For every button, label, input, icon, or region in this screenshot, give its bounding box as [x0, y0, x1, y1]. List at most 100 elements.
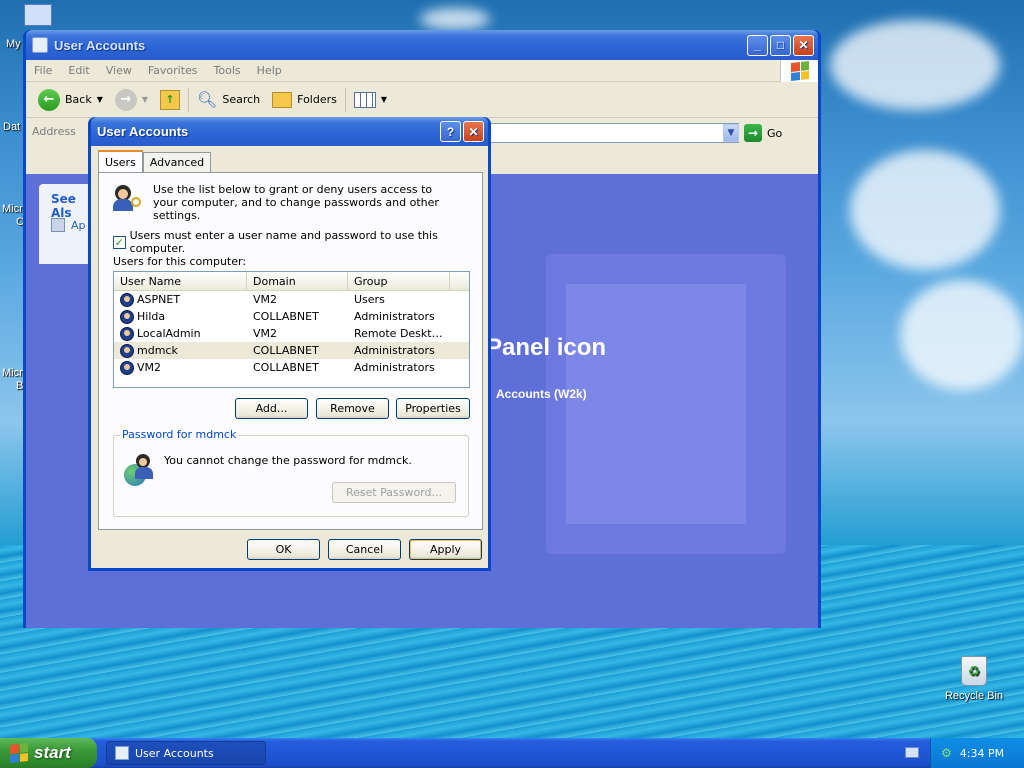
- search-button[interactable]: 🔍︎ Search: [193, 88, 264, 111]
- menu-edit[interactable]: Edit: [60, 64, 97, 77]
- dialog-close-button[interactable]: ✕: [463, 121, 484, 142]
- desktop-label-my-computer: My: [6, 38, 21, 50]
- table-row-selected[interactable]: mdmck COLLABNET Administrators: [114, 342, 469, 359]
- tab-users[interactable]: Users: [98, 150, 143, 172]
- table-row[interactable]: ASPNET VM2 Users: [114, 291, 469, 308]
- search-icon: 🔍︎: [197, 90, 218, 109]
- tab-strip: Users Advanced: [98, 150, 212, 172]
- user-accounts-icon: [115, 746, 129, 760]
- panel-heading: Panel icon: [486, 334, 607, 361]
- table-row[interactable]: LocalAdmin VM2 Remote Deskto...: [114, 325, 469, 342]
- taskbar-item-label: User Accounts: [135, 746, 214, 760]
- user-accounts-dialog[interactable]: User Accounts ? ✕ Users Advanced Use the…: [88, 117, 491, 571]
- intro-text: Use the list below to grant or deny user…: [153, 183, 439, 222]
- menu-help[interactable]: Help: [249, 64, 290, 77]
- globe-user-icon: [124, 454, 156, 486]
- monitor-icon: [24, 4, 52, 26]
- users-list[interactable]: User Name Domain Group ASPNET VM2 Users …: [113, 271, 470, 388]
- column-user-name[interactable]: User Name: [114, 272, 247, 290]
- table-row[interactable]: VM2 COLLABNET Administrators: [114, 359, 469, 376]
- menu-tools[interactable]: Tools: [206, 64, 249, 77]
- address-input[interactable]: [471, 123, 739, 143]
- user-domain: COLLABNET: [253, 310, 319, 323]
- back-arrow-icon: ←: [38, 88, 60, 111]
- user-group: Administrators: [354, 310, 435, 323]
- dialog-titlebar[interactable]: User Accounts ? ✕: [91, 117, 488, 146]
- maximize-icon: □: [776, 38, 785, 52]
- taskbar-item-user-accounts[interactable]: User Accounts: [106, 741, 266, 765]
- user-icon: [120, 292, 134, 307]
- recycle-bin-label: Recycle Bin: [944, 690, 1004, 702]
- recycle-bin-icon: ♻: [961, 656, 987, 686]
- close-button[interactable]: ✕: [793, 34, 814, 56]
- user-icon: [120, 309, 134, 324]
- menu-favorites[interactable]: Favorites: [140, 64, 206, 77]
- column-domain[interactable]: Domain: [247, 272, 348, 290]
- minimize-button[interactable]: _: [747, 34, 768, 56]
- checkmark-icon: ✓: [114, 235, 124, 249]
- forward-button[interactable]: → ▼: [111, 87, 152, 113]
- users-keys-icon: [113, 183, 143, 213]
- maximize-button[interactable]: □: [770, 34, 791, 56]
- see-also-link-label: Ap: [71, 218, 86, 232]
- list-header: User Name Domain Group: [114, 272, 469, 291]
- user-group: Administrators: [354, 361, 435, 374]
- apply-button[interactable]: Apply: [409, 539, 482, 560]
- folders-label: Folders: [297, 93, 337, 106]
- reset-password-button[interactable]: Reset Password...: [332, 482, 456, 503]
- menu-view[interactable]: View: [98, 64, 140, 77]
- views-icon: [353, 91, 376, 108]
- chevron-down-icon: ▼: [727, 128, 735, 138]
- user-domain: COLLABNET: [253, 361, 319, 374]
- explorer-titlebar[interactable]: User Accounts _ □ ✕: [26, 30, 818, 60]
- user-icon: [120, 326, 134, 341]
- up-folder-icon: ↑: [160, 89, 181, 110]
- users-list-label: Users for this computer:: [113, 255, 247, 268]
- help-button[interactable]: ?: [440, 121, 461, 142]
- up-folder-button[interactable]: ↑: [156, 88, 184, 112]
- folders-button[interactable]: Folders: [268, 90, 341, 110]
- tab-advanced[interactable]: Advanced: [142, 152, 212, 172]
- desktop-label-data: Dat: [3, 121, 21, 133]
- minimize-icon: _: [754, 38, 761, 52]
- search-label: Search: [222, 93, 261, 106]
- windows-flag-icon: [10, 743, 28, 763]
- address-dropdown-button[interactable]: ▼: [723, 124, 739, 142]
- must-login-checkbox[interactable]: ✓: [113, 235, 126, 249]
- menu-file[interactable]: File: [26, 64, 60, 77]
- user-group: Administrators: [354, 344, 435, 357]
- keyboard-icon[interactable]: [905, 747, 919, 758]
- toolbar: ← Back ▼ → ▼ ↑ 🔍︎ Search Folders ▼: [26, 82, 818, 118]
- user-domain: VM2: [253, 293, 278, 306]
- remove-button[interactable]: Remove: [316, 398, 389, 419]
- back-button[interactable]: ← Back ▼: [34, 87, 107, 113]
- user-accounts-icon: [32, 37, 48, 53]
- start-button[interactable]: start: [0, 738, 97, 768]
- column-group[interactable]: Group: [348, 272, 450, 290]
- password-group-label: Password for mdmck: [120, 428, 239, 441]
- ok-button[interactable]: OK: [247, 539, 320, 560]
- user-icon: [120, 343, 134, 358]
- views-button[interactable]: ▼: [350, 90, 391, 110]
- go-label: Go: [767, 126, 783, 140]
- password-message: You cannot change the password for mdmck…: [164, 454, 412, 467]
- chevron-down-icon: ▼: [96, 95, 103, 104]
- app-icon: [51, 218, 65, 232]
- add-button[interactable]: Add...: [235, 398, 308, 419]
- properties-button[interactable]: Properties: [396, 398, 470, 419]
- clock[interactable]: 4:34 PM: [960, 747, 1004, 760]
- go-button[interactable]: → Go: [744, 124, 782, 142]
- see-also-link[interactable]: Ap: [51, 218, 86, 232]
- user-name: mdmck: [137, 344, 178, 357]
- cancel-button[interactable]: Cancel: [328, 539, 401, 560]
- table-row[interactable]: Hilda COLLABNET Administrators: [114, 308, 469, 325]
- password-groupbox: Password for mdmck You cannot change the…: [113, 428, 469, 517]
- user-name: LocalAdmin: [137, 327, 201, 340]
- network-icon[interactable]: ⚙: [941, 746, 952, 760]
- user-icon: [120, 360, 134, 375]
- user-name: VM2: [137, 361, 162, 374]
- user-name: ASPNET: [137, 293, 181, 306]
- start-label: start: [34, 743, 71, 762]
- recycle-bin[interactable]: ♻ Recycle Bin: [944, 656, 1004, 702]
- must-login-label: Users must enter a user name and passwor…: [129, 229, 438, 255]
